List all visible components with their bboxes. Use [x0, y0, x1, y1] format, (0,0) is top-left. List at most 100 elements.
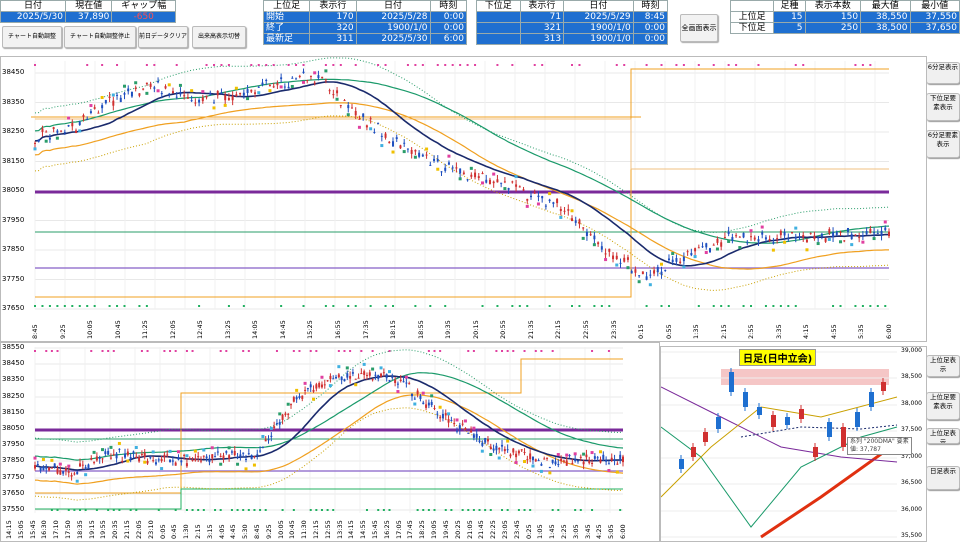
6min-element-button[interactable]: 6分足要素表示	[926, 130, 960, 158]
candle-body	[529, 195, 532, 198]
candle-body	[143, 452, 146, 457]
bottom-dot	[787, 305, 790, 307]
y-tick-label: 36,500	[901, 479, 922, 487]
candle-body	[284, 413, 287, 415]
signal-marker	[252, 463, 256, 467]
daily-bar-button[interactable]: 日足表示	[926, 466, 960, 490]
top-dot	[607, 350, 610, 352]
top-dot	[332, 64, 335, 66]
candle-body	[214, 456, 217, 458]
candle-body	[104, 451, 107, 454]
signal-marker	[592, 243, 596, 247]
candle-body	[201, 97, 204, 102]
lower-element-button[interactable]: 下位足要素表示	[926, 93, 960, 121]
signal-marker	[134, 81, 138, 85]
bottom-dot	[548, 305, 551, 307]
candle-body	[588, 460, 591, 464]
candle-body	[365, 125, 368, 128]
signal-marker	[648, 283, 652, 287]
bottom-dot	[202, 509, 205, 511]
y-tick-label: 38,500	[901, 373, 922, 381]
clear-previous-day-button[interactable]: 前日データクリア	[138, 26, 188, 48]
candle-body	[179, 92, 182, 95]
top-dot	[227, 64, 230, 66]
signal-marker	[156, 89, 160, 93]
top-dot	[472, 350, 475, 352]
bottom-chart[interactable]: 38550 38450 38350 38250 38150 38050 37950 37850…	[0, 342, 660, 542]
daily-chart[interactable]: 39,000 38,500 38,000 37,500 37,000 36,500 36,0…	[660, 346, 927, 542]
signal-marker	[660, 262, 664, 266]
candle-body	[667, 258, 670, 261]
bottom-dot	[280, 305, 283, 307]
lower-frame-table: 下位足 表示行 日付 時刻 71 2025/5/29 8:45 321 1900…	[476, 0, 669, 45]
signal-marker	[193, 449, 197, 453]
candle-body	[349, 376, 352, 379]
row-time: 8:45	[632, 11, 669, 23]
candle-body	[884, 227, 887, 231]
candle-body	[377, 122, 380, 124]
candle-body	[568, 454, 571, 456]
candle-body	[481, 442, 484, 446]
candle-body	[183, 95, 186, 97]
volume-toggle-button[interactable]: 出来高表示切替	[192, 26, 246, 48]
candle-body	[694, 248, 697, 252]
top-dot	[360, 350, 363, 352]
signal-marker	[362, 362, 366, 366]
signal-marker	[506, 439, 510, 443]
bottom-dot	[481, 305, 484, 307]
top-dot	[146, 350, 149, 352]
candle-body	[626, 257, 629, 260]
bottom-dot	[34, 305, 36, 307]
candle-body	[608, 248, 611, 252]
candle-body	[562, 460, 565, 462]
candle-body	[71, 123, 74, 127]
fullscreen-button[interactable]: 全画面表示	[680, 14, 718, 42]
top-dot	[309, 350, 312, 352]
candle-body	[436, 159, 439, 162]
top-dot	[623, 64, 626, 66]
bottom-dot	[50, 509, 53, 511]
candle-body	[52, 127, 55, 130]
bottom-dot	[489, 509, 492, 511]
bottom-dot	[230, 509, 233, 511]
candle-body	[439, 417, 442, 419]
label-min: 最小値	[909, 0, 960, 12]
signal-marker	[123, 84, 127, 88]
candle-body	[329, 375, 332, 380]
top-dot	[433, 350, 436, 352]
bottom-dot	[720, 305, 723, 307]
candle-body	[593, 235, 596, 240]
auto-adjust-button[interactable]: チャート自動調整	[2, 26, 62, 48]
candle-body	[419, 395, 422, 400]
label-time: 時刻	[429, 0, 468, 12]
top-dot	[272, 64, 275, 66]
top-dot	[436, 64, 439, 66]
signal-marker	[201, 90, 205, 94]
candle-body	[489, 446, 492, 450]
signal-marker	[783, 240, 787, 244]
candle-body	[529, 453, 532, 460]
upper-bar-button[interactable]: 上位足表示	[926, 355, 960, 377]
top-dot	[50, 350, 53, 352]
bottom-dot	[444, 305, 447, 307]
candle-body	[230, 451, 233, 453]
bottom-dot	[501, 509, 504, 511]
candle-body	[406, 148, 409, 150]
candle-body	[537, 195, 540, 198]
row-date: 2025/5/29	[563, 11, 634, 23]
6min-bar-button[interactable]: 6分足表示	[926, 62, 960, 84]
candle-body	[235, 94, 238, 97]
top-dot	[727, 64, 730, 66]
upper-element-button[interactable]: 上位足要素表示	[926, 392, 960, 420]
candle-body	[194, 458, 197, 461]
bottom-dot	[414, 305, 417, 307]
bottom-dot	[292, 509, 295, 511]
bottom-dot	[93, 305, 96, 307]
candle-body	[544, 205, 547, 207]
candle-body	[382, 372, 385, 374]
signal-marker	[404, 375, 408, 379]
auto-adjust-stop-button[interactable]: チャート自動調整停止	[64, 26, 136, 48]
top-chart[interactable]: 38450 38350 38250 38150 38050 37950 37850 37750…	[0, 56, 927, 342]
signal-marker	[481, 181, 485, 185]
upper-bar-button-2[interactable]: 上位足表示	[926, 428, 960, 444]
